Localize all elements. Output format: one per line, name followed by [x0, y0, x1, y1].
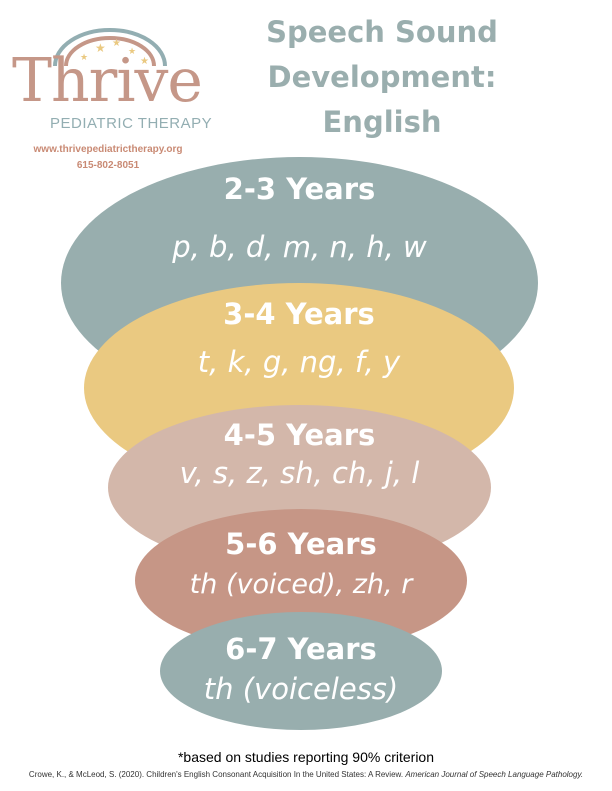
sounds-list: v, s, z, sh, ch, j, l [179, 456, 420, 490]
criterion-note: *based on studies reporting 90% criterio… [177, 749, 435, 765]
brand-logo-text: Thrive [12, 46, 203, 116]
citation-journal: American Journal of Speech Language Path… [405, 770, 584, 779]
age-layer-6-7: 6-7 Years th (voiceless) [160, 612, 442, 730]
age-label: 4-5 Years [223, 418, 376, 452]
citation: Crowe, K., & McLeod, S. (2020). Children… [0, 770, 612, 779]
citation-text: Crowe, K., & McLeod, S. (2020). Children… [28, 770, 404, 779]
age-label: 2-3 Years [223, 172, 376, 206]
age-label: 3-4 Years [223, 297, 375, 331]
phone-number: 615-802-8051 [76, 160, 140, 171]
logo-tagline: PEDIATRIC THERAPY [50, 115, 213, 132]
sounds-list: t, k, g, ng, f, y [197, 345, 401, 379]
sounds-list: p, b, d, m, n, h, w [172, 230, 427, 264]
age-label: 5-6 Years [225, 527, 377, 561]
title-line-3: English [322, 105, 442, 139]
title-line-1: Speech Sound [266, 15, 498, 49]
sounds-list: th (voiced), zh, r [189, 569, 413, 600]
sounds-list: th (voiceless) [203, 672, 399, 706]
website-link[interactable]: www.thrivepediatrictherapy.org [18, 144, 198, 155]
page-title: Speech Sound Development: English [232, 10, 532, 145]
age-label: 6-7 Years [225, 632, 377, 666]
title-line-2: Development: [267, 60, 497, 94]
